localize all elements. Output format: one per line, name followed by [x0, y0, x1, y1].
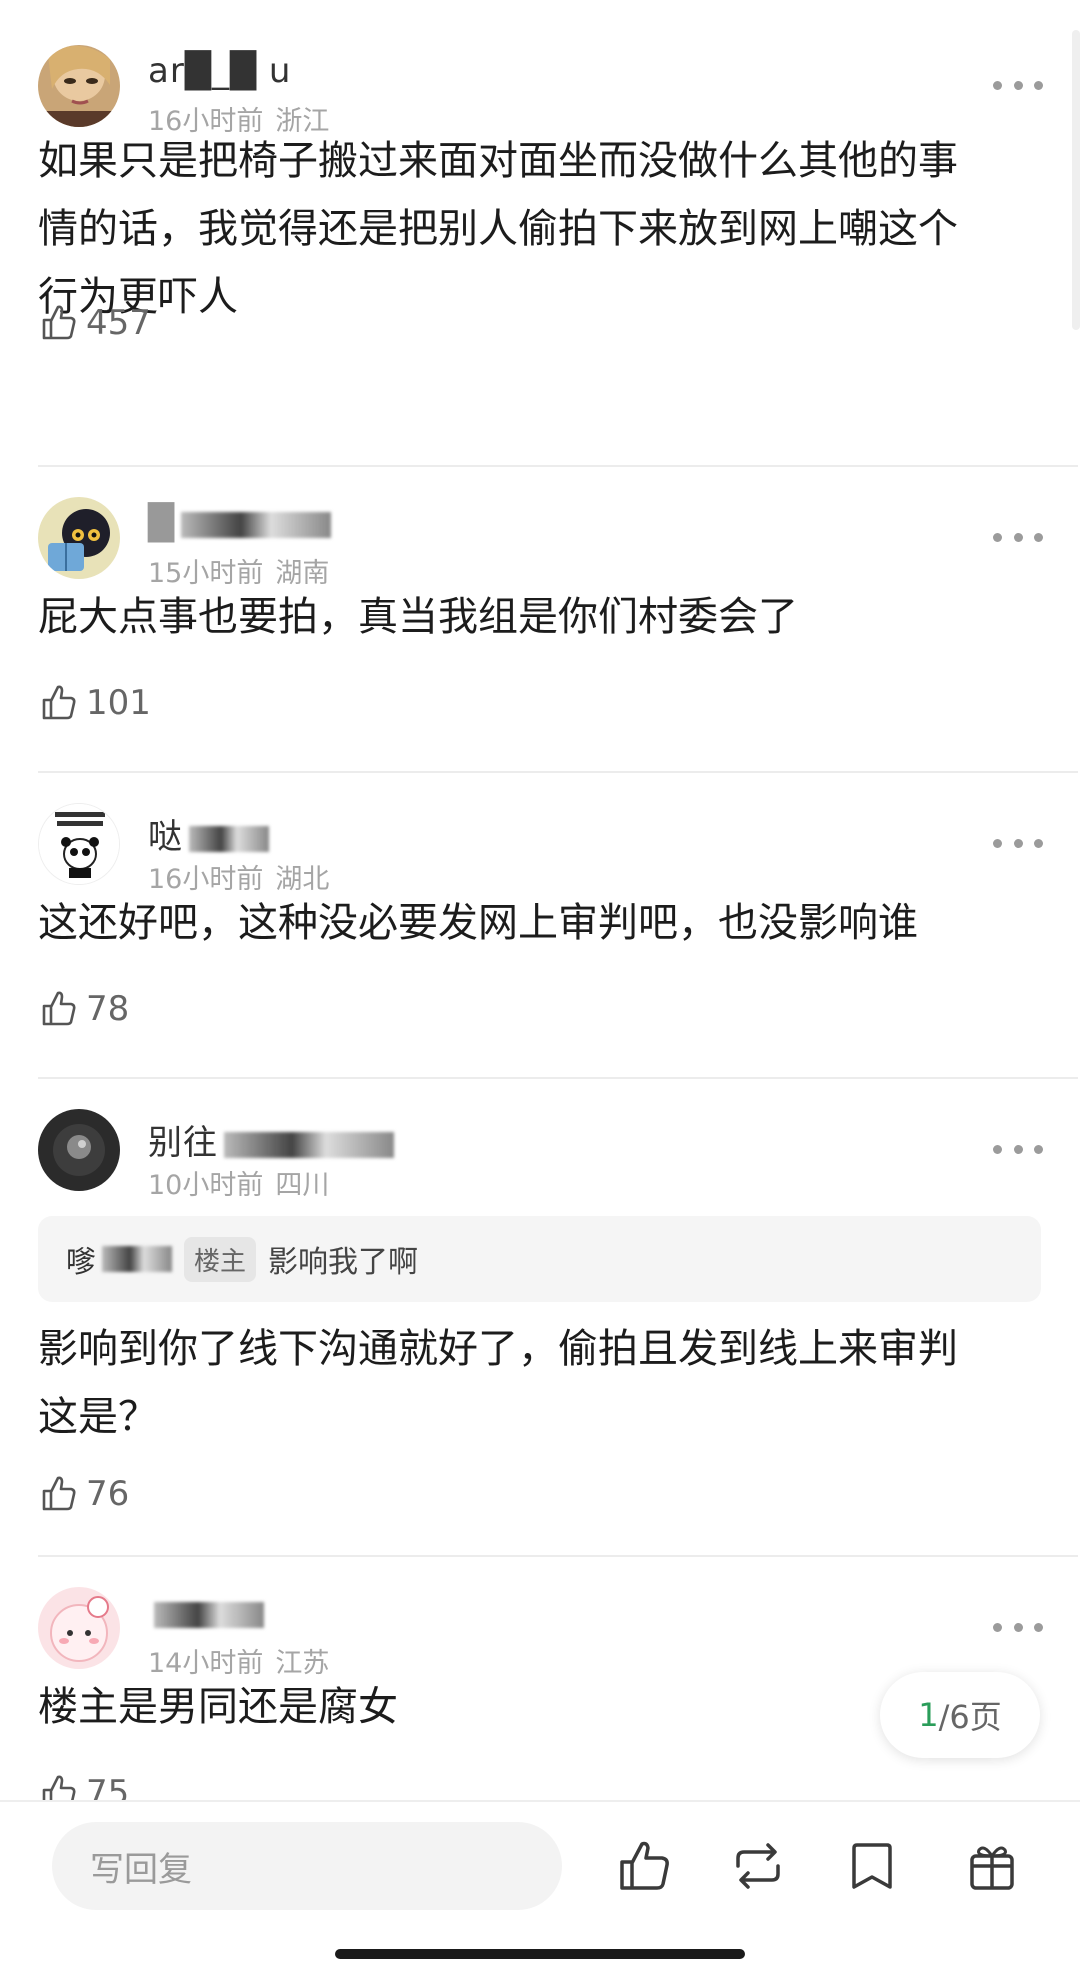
comment-text: 如果只是把椅子搬过来面对面坐而没做什么其他的事 情的话，我觉得还是把别人偷拍下来… [38, 127, 1018, 331]
comment-text: 影响到你了线下沟通就好了，偷拍且发到线上来审判 这是？ [38, 1315, 1018, 1451]
avatar[interactable] [38, 1109, 120, 1191]
like-button[interactable]: 78 [38, 989, 129, 1029]
divider [38, 1555, 1078, 1557]
comment-item: █ 15小时前 湖南 屁大点事也要拍，真当我组是你们村委会了 101 [38, 497, 1043, 747]
like-icon [42, 685, 76, 720]
more-icon[interactable] [993, 527, 1043, 547]
more-icon[interactable] [993, 75, 1043, 95]
comment-text: 这还好吧，这种没必要发网上审判吧，也没影响谁 [38, 889, 1018, 957]
total-pages: /6页 [938, 1698, 1002, 1736]
avatar[interactable] [38, 803, 120, 885]
comment-text: 楼主是男同还是腐女 [38, 1673, 1018, 1741]
divider [38, 465, 1078, 467]
comment-line: 屁大点事也要拍，真当我组是你们村委会了 [38, 594, 798, 640]
comment-line: 影响到你了线下沟通就好了，偷拍且发到线上来审判 [38, 1326, 958, 1372]
comment-item: ar█_█ u 16小时前 浙江 如果只是把椅子搬过来面对面坐而没做什么其他的事 … [38, 45, 1043, 365]
divider [38, 1077, 1078, 1079]
location: 四川 [275, 1170, 330, 1201]
reply-placeholder: 写回复 [90, 1849, 192, 1890]
avatar[interactable] [38, 1587, 120, 1669]
like-icon [42, 1775, 76, 1800]
comment-list: ar█_█ u 16小时前 浙江 如果只是把椅子搬过来面对面坐而没做什么其他的事 … [0, 0, 1080, 1800]
quoted-text: 影响我了啊 [268, 1245, 419, 1280]
more-icon[interactable] [993, 1617, 1043, 1637]
reply-input[interactable]: 写回复 [52, 1822, 562, 1910]
comment-line: 楼主是男同还是腐女 [38, 1684, 398, 1730]
repost-icon[interactable] [728, 1836, 788, 1896]
like-icon [42, 1476, 76, 1511]
like-icon [42, 305, 76, 340]
timestamp: 10小时前 [148, 1170, 264, 1201]
gift-icon[interactable] [962, 1836, 1022, 1896]
more-icon[interactable] [993, 833, 1043, 853]
comment-line: 情的话，我觉得还是把别人偷拍下来放到网上嘲这个 [38, 206, 958, 252]
comment-line: 这是？ [38, 1394, 158, 1440]
bookmark-icon[interactable] [842, 1836, 902, 1896]
op-badge: 楼主 [184, 1236, 257, 1282]
comment-item: 别往 10小时前 四川 嗲 楼主 影响我了啊 影响到你了线下沟通就好了，偷拍且发到… [38, 1109, 1043, 1514]
comment-line: 这还好吧，这种没必要发网上审判吧，也没影响谁 [38, 900, 918, 946]
username[interactable] [148, 1593, 264, 1633]
comment-meta: 10小时前 四川 [148, 1163, 329, 1202]
like-icon[interactable] [614, 1836, 674, 1896]
like-count: 75 [86, 1773, 130, 1800]
like-button[interactable]: 75 [38, 1773, 129, 1800]
like-count: 457 [86, 303, 151, 343]
username[interactable]: 哒 [148, 809, 269, 858]
comment-text: 屁大点事也要拍，真当我组是你们村委会了 [38, 583, 1018, 651]
home-indicator[interactable] [335, 1949, 745, 1959]
like-count: 76 [86, 1474, 130, 1514]
avatar[interactable] [38, 45, 120, 127]
like-button[interactable]: 76 [38, 1474, 129, 1514]
username[interactable]: ar█_█ u [148, 51, 291, 91]
comment-line: 行为更吓人 [38, 274, 238, 320]
username[interactable]: █ [148, 503, 332, 543]
scrollbar[interactable] [1072, 30, 1080, 330]
username[interactable]: 别往 [148, 1115, 394, 1164]
more-icon[interactable] [993, 1139, 1043, 1159]
divider [38, 771, 1078, 773]
page-indicator[interactable]: 1/6页 [880, 1672, 1040, 1758]
quoted-username[interactable]: 嗲 [66, 1237, 96, 1281]
comment-line: 如果只是把椅子搬过来面对面坐而没做什么其他的事 [38, 138, 958, 184]
comment-item: 哒 16小时前 湖北 这还好吧，这种没必要发网上审判吧，也没影响谁 78 [38, 803, 1043, 1053]
quoted-reply[interactable]: 嗲 楼主 影响我了啊 [38, 1216, 1041, 1302]
like-button[interactable]: 101 [38, 683, 151, 723]
avatar[interactable] [38, 497, 120, 579]
like-count: 78 [86, 989, 130, 1029]
like-count: 101 [86, 683, 151, 723]
like-button[interactable]: 457 [38, 303, 151, 343]
current-page: 1 [918, 1696, 939, 1734]
bottom-action-bar: 写回复 [0, 1800, 1080, 1979]
like-icon [42, 991, 76, 1026]
